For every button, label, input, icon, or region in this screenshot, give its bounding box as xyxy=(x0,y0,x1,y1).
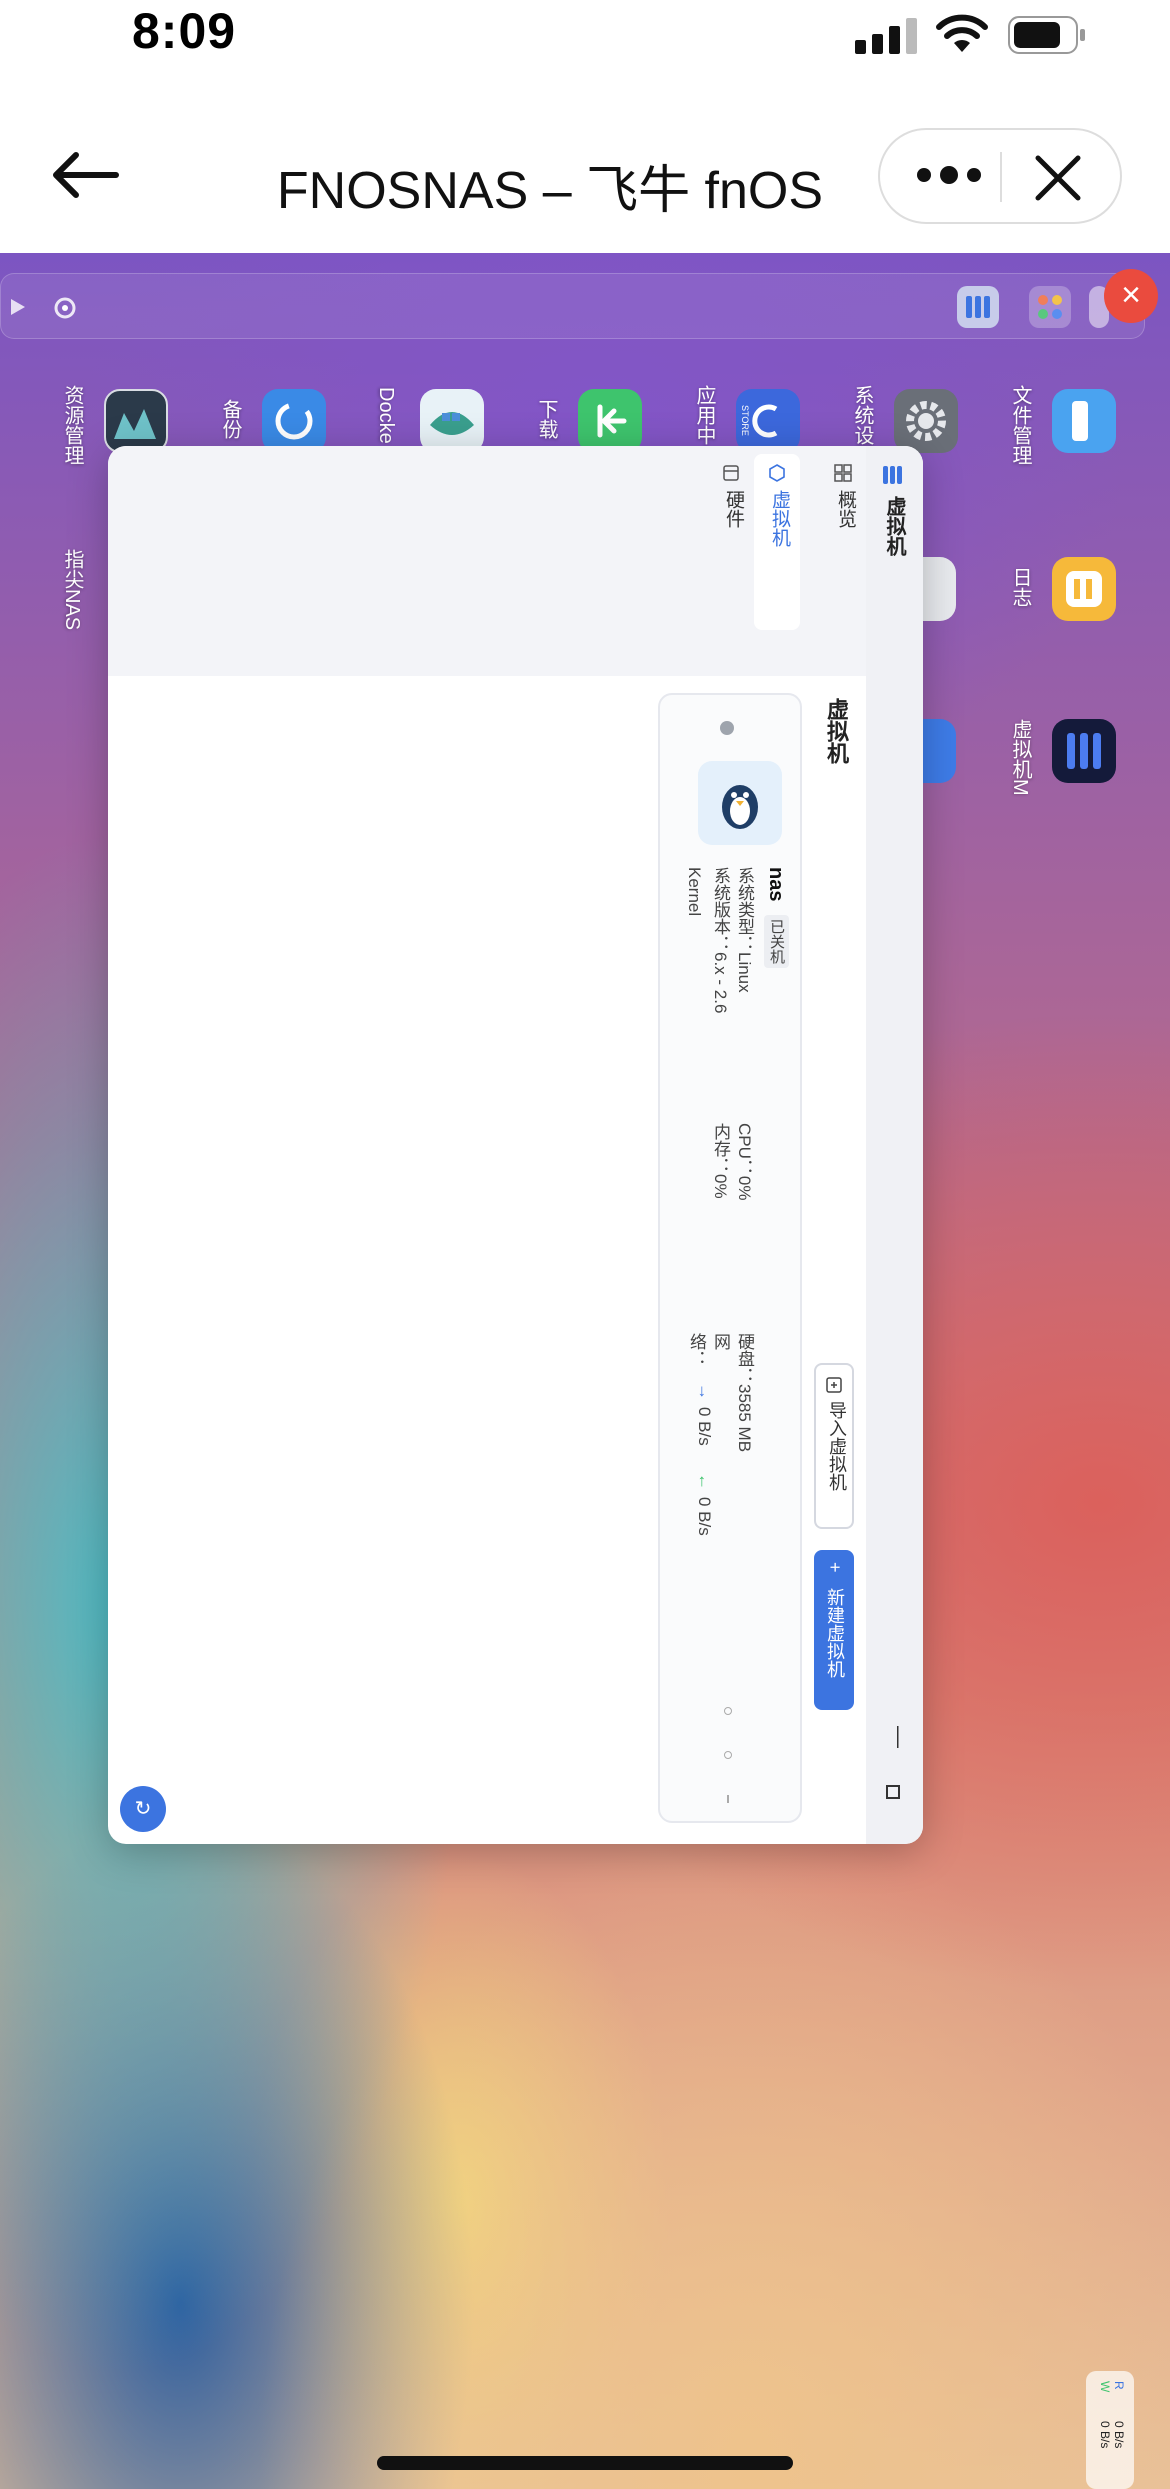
vm-app-icon xyxy=(883,466,902,484)
desktop-label: Docke xyxy=(375,387,397,444)
start-action-icon[interactable] xyxy=(724,1707,732,1715)
nav-vms[interactable]: 虚拟机 xyxy=(754,454,800,630)
download-icon[interactable] xyxy=(578,389,642,453)
log-icon[interactable] xyxy=(1052,557,1116,621)
mini-program-capsule xyxy=(878,128,1122,224)
settings-small-icon[interactable] xyxy=(53,296,77,320)
fnos-desktop: × 资源管理 备份 Docke 下载 STORE 应用中心 系统设置 文件管理 … xyxy=(0,253,1170,2489)
vm-sidebar xyxy=(108,446,923,676)
close-icon[interactable] xyxy=(1030,150,1086,206)
browser-nav-bar: FNOSNAS – 飞牛 fnOS xyxy=(0,110,1170,242)
refresh-button[interactable]: ↻ xyxy=(120,1786,166,1832)
os-version: 系统版本：6.x - 2.6 xyxy=(711,867,730,1014)
hardware-icon xyxy=(723,465,739,481)
vm-icon[interactable] xyxy=(1052,719,1116,783)
plus-icon: + xyxy=(825,1562,845,1573)
net-down-label: W xyxy=(1098,2381,1112,2393)
more-action-icon[interactable] xyxy=(727,1795,729,1803)
monitor-icon[interactable] xyxy=(104,389,168,453)
desktop-label: 指尖NAS xyxy=(61,549,83,631)
desktop-label: 文件管理 xyxy=(1009,385,1031,465)
nav-label: 虚拟机 xyxy=(769,490,790,547)
desktop-label: 资源管理 xyxy=(61,385,83,465)
net-up-value: 0 B/s xyxy=(1112,2421,1126,2449)
nav-hardware[interactable]: 硬件 xyxy=(708,458,754,538)
window-close-button[interactable] xyxy=(884,1843,902,1844)
import-vm-button[interactable]: 导入虚拟机 xyxy=(814,1363,854,1529)
store-icon[interactable]: STORE xyxy=(736,389,800,453)
capsule-divider xyxy=(1000,152,1002,202)
import-label: 导入虚拟机 xyxy=(827,1401,847,1491)
nav-label: 概览 xyxy=(835,490,856,528)
vm-card[interactable]: nas 已关机 系统类型：Linux 系统版本：6.x - 2.6 Kernel… xyxy=(658,693,802,1823)
upload-arrow-icon: → xyxy=(695,1383,714,1400)
grid-icon xyxy=(834,464,852,482)
gear-icon[interactable] xyxy=(894,389,958,453)
taskbar-app-grid[interactable] xyxy=(1029,286,1071,328)
desktop-label: 日志 xyxy=(1009,567,1031,607)
maximize-button[interactable] xyxy=(886,1785,900,1799)
desktop-close-icon[interactable]: × xyxy=(1104,269,1158,323)
taskbar xyxy=(0,273,1145,339)
net-upload: 0 B/s xyxy=(695,1407,714,1446)
net-up-label: R xyxy=(1112,2381,1126,2390)
cpu-usage: CPU：0% xyxy=(735,1123,754,1201)
status-bar: 8:09 xyxy=(0,0,1170,70)
vm-state-badge: 已关机 xyxy=(764,915,789,968)
import-icon xyxy=(826,1377,842,1393)
battery-icon xyxy=(1008,16,1085,54)
net-speed-widget: R W 0 B/s 0 B/s xyxy=(1086,2371,1134,2489)
desktop-label: 下载 xyxy=(535,399,557,439)
play-icon[interactable] xyxy=(7,296,29,318)
app-title: 虚拟机 xyxy=(883,496,905,556)
download-arrow-icon: ← xyxy=(695,1473,714,1490)
net-label: 网 xyxy=(711,1333,730,1350)
window-title-rail xyxy=(866,446,923,1844)
vm-app-window: 虚拟机 — 概览 虚拟机 硬件 虚拟机 导入虚拟机 + 新建虚拟机 nas 已关… xyxy=(108,446,923,1844)
taskbar-vm-app[interactable] xyxy=(957,286,999,328)
os-type: 系统类型：Linux xyxy=(735,867,754,993)
status-time: 8:09 xyxy=(132,3,237,59)
net-down-value: 0 B/s xyxy=(1098,2421,1112,2449)
back-arrow-icon[interactable] xyxy=(50,150,120,200)
net-label: 络： xyxy=(687,1333,706,1367)
settings-action-icon[interactable] xyxy=(724,1751,732,1759)
wifi-icon xyxy=(936,14,988,52)
phone-screen: 8:09 FNOSNAS – 飞牛 fnOS × 资源管理 备份 Docke 下… xyxy=(0,0,1170,2489)
docker-icon[interactable] xyxy=(420,389,484,453)
home-indicator xyxy=(377,2456,793,2470)
nav-label: 硬件 xyxy=(723,490,744,528)
more-dots-icon[interactable] xyxy=(914,155,984,195)
memory-usage: 内存：0% xyxy=(711,1123,730,1199)
new-label: 新建虚拟机 xyxy=(825,1588,845,1678)
page-title: FNOSNAS – 飞牛 fnOS xyxy=(276,162,824,220)
desktop-label: 备份 xyxy=(219,399,241,439)
new-vm-button[interactable]: + 新建虚拟机 xyxy=(814,1550,854,1710)
cube-icon xyxy=(769,464,785,482)
disk-usage: 硬盘：3585 MB xyxy=(735,1333,754,1453)
vm-name: nas xyxy=(765,867,787,902)
cellular-signal-icon xyxy=(855,18,917,54)
desktop-label: 虚拟机M xyxy=(1009,719,1031,796)
status-dot xyxy=(720,721,734,735)
kernel: Kernel xyxy=(685,867,704,917)
linux-tux-icon xyxy=(698,761,782,845)
minimize-button[interactable]: — xyxy=(886,1726,912,1748)
sync-icon[interactable] xyxy=(262,389,326,453)
store-badge: STORE xyxy=(740,405,750,436)
folder-icon[interactable] xyxy=(1052,389,1116,453)
section-title: 虚拟机 xyxy=(824,698,849,764)
nav-overview[interactable]: 概览 xyxy=(820,458,866,538)
net-download: 0 B/s xyxy=(695,1497,714,1536)
